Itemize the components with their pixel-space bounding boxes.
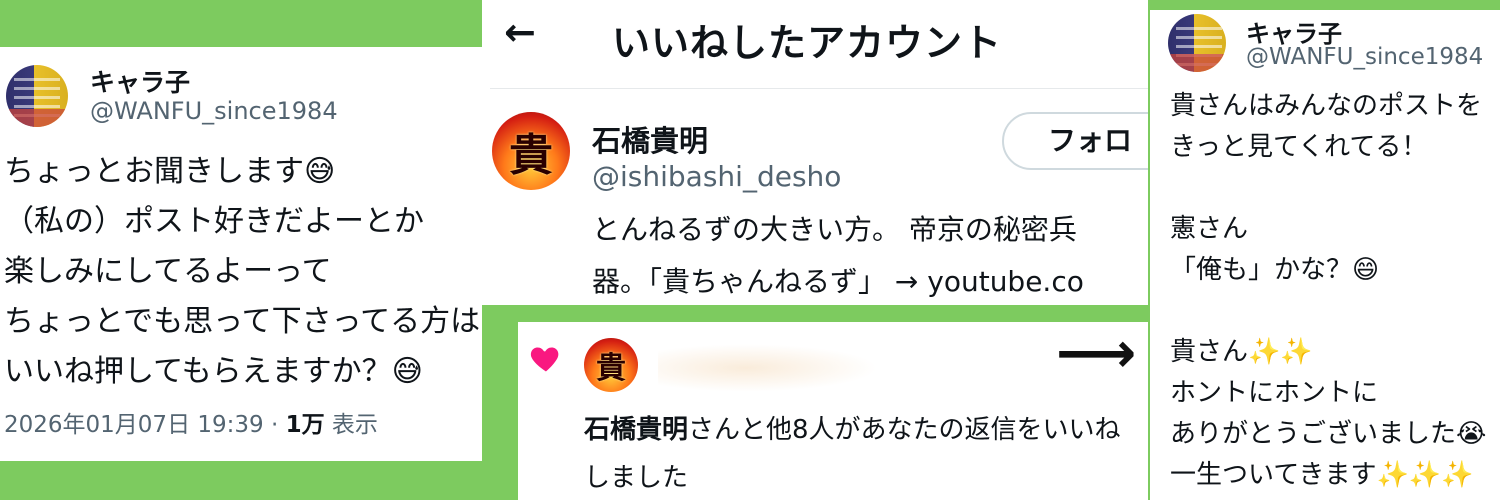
follow-button[interactable]: フォロ xyxy=(1002,112,1148,170)
header-divider xyxy=(490,88,1148,89)
bio-line: 器。「貴ちゃんねるず」 → youtube.co xyxy=(592,265,1084,298)
follow-label: フォロ xyxy=(1048,124,1133,157)
liked-accounts-panel: ← いいねしたアカウント 貴 石橋貴明 @ishibashi_desho フォロ… xyxy=(482,0,1148,305)
tweet-meta: 2026年01月07日 19:39 · 1万 表示 xyxy=(4,405,378,439)
right-tweet-panel: キャラ子 @WANFU_since1984 貴さんはみんなのポストを きっと見て… xyxy=(1150,10,1500,500)
tweet-line: ちょっとでも思って下さってる方は xyxy=(4,304,481,339)
user-handle[interactable]: @WANFU_since1984 xyxy=(1246,44,1483,70)
reply-line: 「俺も」かな？😄 xyxy=(1170,255,1380,285)
notification-text-line2: しました xyxy=(584,463,689,493)
avatar-kanji: 貴 xyxy=(509,130,553,181)
heart-icon xyxy=(528,340,564,376)
page-title: いいねしたアカウント xyxy=(612,21,1003,65)
notifier-name[interactable]: 石橋貴明 xyxy=(584,415,688,445)
notification-text-rest: さんと他8人があなたの返信をいいね xyxy=(688,415,1121,445)
blurred-avatars xyxy=(658,344,878,392)
notification-panel: 貴 石橋貴明さんと他8人があなたの返信をいいね しました xyxy=(518,322,1148,500)
reply-body: 貴さんはみんなのポストを きっと見てくれてる！ 憲さん 「俺も」かな？😄 貴さん… xyxy=(1170,86,1486,496)
reply-line: 貴さんはみんなのポストを xyxy=(1170,91,1483,121)
views-count[interactable]: 1万 xyxy=(286,412,325,438)
timestamp[interactable]: 2026年01月07日 19:39 · xyxy=(4,412,286,438)
reply-line: ホントにホントに xyxy=(1170,378,1379,408)
tweet-line: （私の）ポスト好きだよーとか xyxy=(4,204,424,239)
back-arrow-icon[interactable]: ← xyxy=(504,10,536,54)
left-tweet-panel: キャラ子 @WANFU_since1984 ちょっとお聞きします😅 （私の）ポス… xyxy=(0,47,482,461)
views-label: 表示 xyxy=(324,412,378,438)
notification-avatar[interactable]: 貴 xyxy=(584,338,638,392)
reply-line: 貴さん✨✨ xyxy=(1170,337,1313,367)
reply-line: 憲さん xyxy=(1170,214,1249,244)
tweet-line: ちょっとお聞きします😅 xyxy=(4,154,336,189)
user-avatar[interactable] xyxy=(1168,14,1226,72)
tweet-line: いいね押してもらえますか？😅 xyxy=(4,354,423,389)
user-handle[interactable]: @WANFU_since1984 xyxy=(90,97,338,125)
user-avatar[interactable] xyxy=(6,65,68,127)
avatar-kanji: 貴 xyxy=(596,351,626,386)
account-bio: とんねるずの大きい方。 帝京の秘密兵 器。「貴ちゃんねるず」 → youtube… xyxy=(592,204,1084,305)
reply-line xyxy=(1170,291,1486,332)
display-name[interactable]: キャラ子 xyxy=(90,63,190,99)
bio-line: とんねるずの大きい方。 帝京の秘密兵 xyxy=(592,213,1077,246)
tweet-body: ちょっとお聞きします😅 （私の）ポスト好きだよーとか 楽しみにしてるよーって ち… xyxy=(4,147,480,397)
tweet-line: 楽しみにしてるよーって xyxy=(4,254,332,289)
reply-line xyxy=(1170,168,1486,209)
account-name[interactable]: 石橋貴明 xyxy=(592,118,708,160)
reply-line: きっと見てくれてる！ xyxy=(1170,132,1428,162)
account-handle[interactable]: @ishibashi_desho xyxy=(592,160,841,193)
reply-line: ありがとうございました😭 xyxy=(1170,419,1487,449)
account-avatar[interactable]: 貴 xyxy=(492,112,570,190)
right-arrow-icon: ⟶ xyxy=(1056,321,1137,386)
notification-text: 石橋貴明さんと他8人があなたの返信をいいね しました xyxy=(584,406,1121,500)
reply-line: 一生ついてきます✨✨✨ xyxy=(1170,460,1474,490)
